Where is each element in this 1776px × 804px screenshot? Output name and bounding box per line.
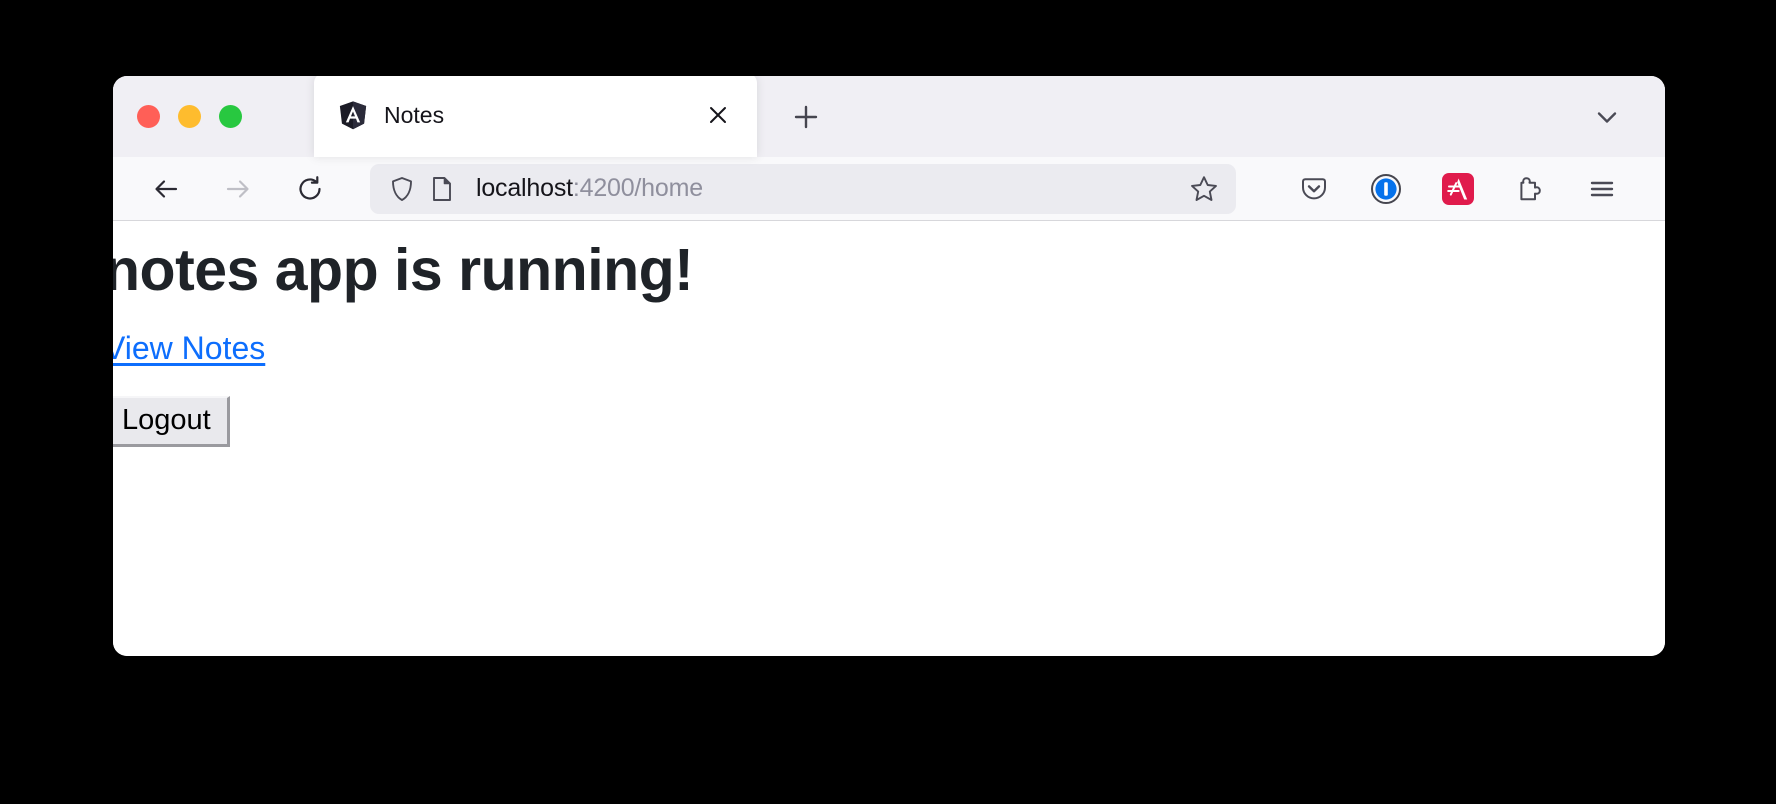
app-root: notes app is running! View Notes Logout — [113, 221, 1665, 448]
star-icon[interactable] — [1186, 171, 1222, 207]
window-maximize-button[interactable] — [219, 105, 242, 128]
window-close-button[interactable] — [137, 105, 160, 128]
browser-tab[interactable]: Notes — [314, 76, 757, 157]
logout-row: Logout — [113, 395, 1665, 448]
list-all-tabs-button[interactable] — [1585, 95, 1629, 139]
navigation-toolbar: localhost:4200/home — [113, 157, 1665, 221]
app-menu-icon[interactable] — [1580, 167, 1624, 211]
url-bar[interactable]: localhost:4200/home — [370, 163, 1236, 214]
wolfram-alpha-icon[interactable] — [1436, 167, 1480, 211]
reload-button[interactable] — [285, 164, 335, 214]
url-host: localhost — [476, 174, 573, 202]
tab-strip: Notes — [113, 76, 1665, 157]
forward-button — [213, 164, 263, 214]
page-icon[interactable] — [426, 173, 458, 205]
shield-icon[interactable] — [386, 173, 418, 205]
new-tab-button[interactable] — [781, 92, 831, 142]
tab-title: Notes — [384, 101, 445, 128]
extensions-puzzle-icon[interactable] — [1508, 167, 1552, 211]
page-title: notes app is running! — [113, 237, 694, 303]
window-controls — [113, 105, 242, 128]
angular-icon — [338, 100, 368, 130]
browser-window: Notes localhost:4200/home notes app is r… — [113, 76, 1665, 656]
back-button[interactable] — [141, 164, 191, 214]
view-notes-link[interactable]: View Notes — [113, 330, 265, 367]
tab-list: Notes — [314, 76, 831, 157]
pocket-icon[interactable] — [1292, 167, 1336, 211]
url-text: localhost:4200/home — [476, 174, 1186, 203]
page-content: notes app is running! View Notes Logout — [113, 221, 1665, 656]
tab-close-icon[interactable] — [701, 98, 735, 132]
window-minimize-button[interactable] — [178, 105, 201, 128]
url-path: :4200/home — [572, 174, 703, 202]
1password-icon[interactable] — [1364, 167, 1408, 211]
logout-button[interactable]: Logout — [113, 395, 230, 448]
